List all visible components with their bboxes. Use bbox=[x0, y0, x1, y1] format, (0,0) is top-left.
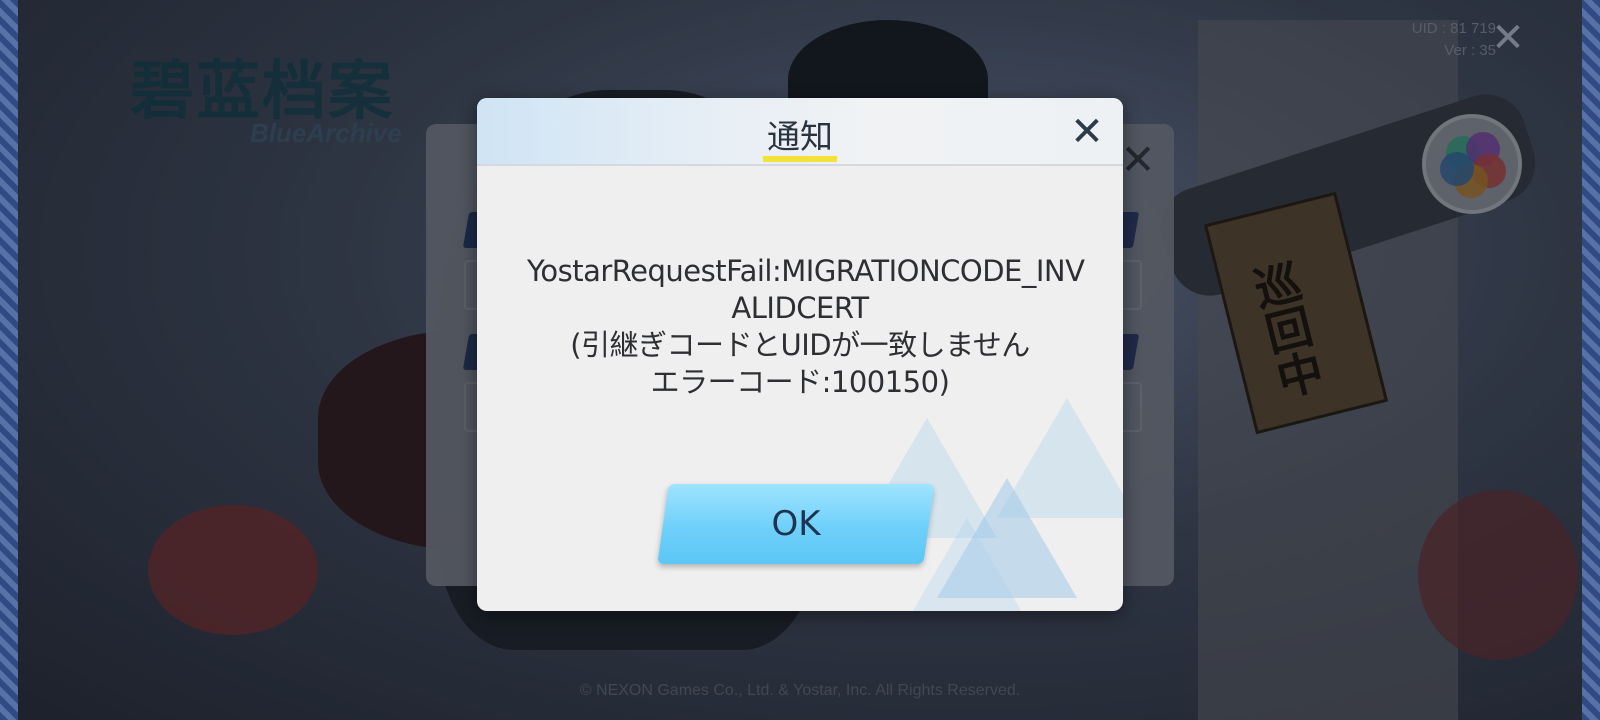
close-icon[interactable]: ✕ bbox=[1067, 112, 1107, 152]
title-underline bbox=[763, 156, 837, 162]
error-message-line: ALIDCERT bbox=[731, 291, 869, 325]
ok-button-label[interactable]: OK bbox=[663, 484, 929, 564]
error-message-line: YostarRequestFail:MIGRATIONCODE_INV bbox=[527, 254, 1085, 288]
error-message-line: エラーコード:100150) bbox=[650, 365, 950, 399]
error-message: YostarRequestFail:MIGRATIONCODE_INV ALID… bbox=[527, 253, 1085, 401]
dialog-title: 通知 bbox=[767, 117, 833, 156]
error-message-line: (引継ぎコードとUIDが一致しません bbox=[570, 328, 1030, 362]
notice-dialog: 通知 ✕ YostarRequestFail:MIGRATIONCODE_INV… bbox=[477, 98, 1123, 611]
decor-triangle bbox=[997, 398, 1123, 518]
